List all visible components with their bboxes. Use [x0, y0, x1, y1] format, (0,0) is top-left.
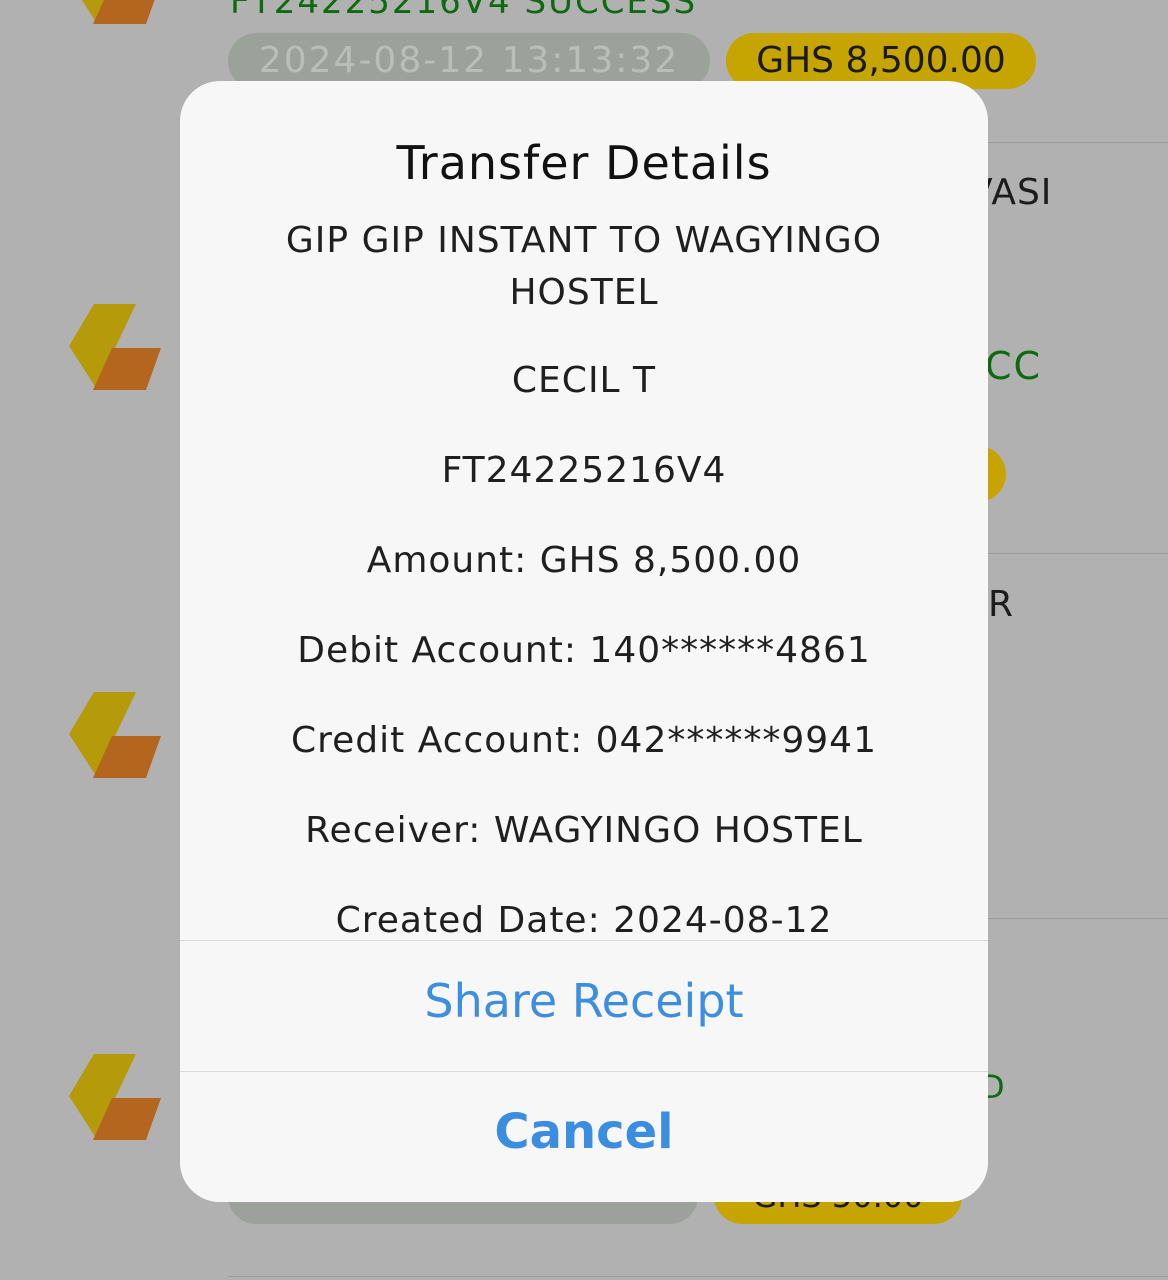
bank-logo-icon — [81, 0, 155, 24]
receiver-name: Receiver: WAGYINGO HOSTEL — [305, 810, 863, 851]
transaction-title: R — [988, 584, 1015, 625]
dialog-title: Transfer Details — [396, 136, 772, 190]
transfer-details-dialog: Transfer Details GIP GIP INSTANT TO WAGY… — [180, 81, 988, 1202]
cancel-button[interactable]: Cancel — [180, 1071, 988, 1202]
credit-account: Credit Account: 042******9941 — [291, 720, 877, 761]
created-date: Created Date: 2024-08-12 — [335, 900, 833, 940]
debit-account: Debit Account: 140******4861 — [297, 630, 871, 671]
sender-name: CECIL T — [511, 360, 657, 401]
bank-logo-icon — [69, 1054, 161, 1140]
transfer-details-content[interactable]: Transfer Details GIP GIP INSTANT TO WAGY… — [180, 81, 988, 940]
transfer-description: GIP GIP INSTANT TO WAGYINGO HOSTEL — [285, 220, 883, 313]
bank-logo-icon — [69, 304, 161, 390]
transaction-reference: FT24225216V4 — [441, 450, 727, 491]
row-divider — [228, 1276, 1168, 1277]
share-receipt-button[interactable]: Share Receipt — [180, 940, 988, 1072]
bank-logo-icon — [69, 692, 161, 778]
transaction-reference: FT24225216V4 SUCCESS — [230, 0, 698, 22]
transfer-amount: Amount: GHS 8,500.00 — [366, 540, 802, 581]
transaction-status: CC — [985, 344, 1043, 388]
